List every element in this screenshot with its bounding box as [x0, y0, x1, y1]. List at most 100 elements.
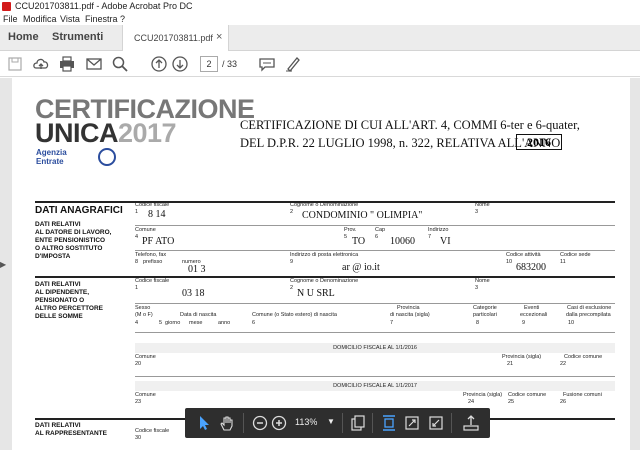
republic-seal-icon [98, 148, 116, 166]
row-line [135, 332, 615, 333]
zoom-level[interactable]: 113% [295, 417, 317, 427]
tab-tools[interactable]: Strumenti [52, 31, 103, 43]
label-comune: Comune [135, 227, 156, 233]
export-icon[interactable] [462, 414, 480, 432]
previous-page-icon[interactable] [150, 55, 168, 73]
comment-icon[interactable] [258, 55, 276, 73]
field-num: 1 [135, 285, 139, 291]
field-num: 7 [390, 320, 394, 326]
menu-help[interactable]: ? [120, 14, 125, 24]
search-icon[interactable] [111, 55, 129, 73]
select-cursor-icon[interactable] [195, 414, 213, 432]
label-sesso-hint: (M o F) [135, 312, 153, 318]
row-line [135, 303, 615, 304]
label-provincia-2016: Provincia (sigla) [502, 354, 542, 360]
close-tab-icon[interactable]: × [216, 31, 222, 43]
field-num: 11 [560, 259, 566, 265]
menu-modifica[interactable]: Modifica [23, 14, 57, 24]
label-nome-dip: Nome [475, 278, 490, 284]
rappresentante-description: DATI RELATIVI AL RAPPRESENTANTE [35, 422, 107, 438]
field-num: 26 [560, 399, 567, 405]
tab-home[interactable]: Home [8, 31, 39, 43]
datore-desc-line: DATI RELATIVI [35, 221, 81, 228]
pdf-page: CERTIFICAZIONE UNICA2017 Agenzia Entrate… [12, 78, 630, 450]
indirizzo-datore: VI [440, 236, 451, 247]
copy-pages-icon[interactable] [349, 414, 367, 432]
row-line [135, 225, 615, 226]
heading-line-1: CERTIFICAZIONE DI CUI ALL'ART. 4, COMMI … [240, 118, 580, 132]
dipendente-desc-line: DELLE SOMME [35, 313, 83, 320]
label-casi: Casi di esclusione [567, 305, 612, 311]
field-num: 4 [135, 320, 139, 326]
field-num: 21 [507, 361, 514, 367]
datore-desc-line: ENTE PENSIONISTICO [35, 237, 106, 244]
dipendente-desc-line: ALTRO PERCETTORE [35, 305, 104, 312]
page-number-input[interactable]: 2 [200, 56, 218, 72]
field-num: 1 [135, 209, 139, 215]
dipendente-desc-line: DATI RELATIVI [35, 281, 81, 288]
fit-page-icon[interactable] [380, 414, 398, 432]
logo-unica: UNICA2017 [35, 118, 177, 148]
field-num: 24 [468, 399, 475, 405]
tab-bar: Home Strumenti CCU201703811.pdf × [0, 25, 640, 51]
zoom-out-icon[interactable] [251, 414, 269, 432]
entrate-text: Entrate [36, 157, 64, 166]
label-comune-2017: Comune [135, 392, 156, 398]
label-comune-nascita: Comune (o Stato estero) di nascita [252, 312, 337, 318]
denominazione-dipendente: N U SRL [297, 288, 335, 299]
print-icon[interactable] [58, 55, 76, 73]
field-num: 5 [344, 234, 348, 240]
datore-desc-line: O ALTRO SOSTITUTO [35, 245, 103, 252]
datore-desc-line: AL DATORE DI LAVORO, [35, 229, 112, 236]
field-num: 22 [560, 361, 567, 367]
upload-cloud-icon[interactable] [32, 55, 50, 73]
menu-finestra[interactable]: Finestra [85, 14, 118, 24]
fullscreen-icon[interactable] [427, 414, 445, 432]
label-fusione: Fusione comuni [563, 392, 602, 398]
codice-attivita-value: 683200 [516, 262, 546, 273]
rappresentante-desc-line: DATI RELATIVI [35, 422, 81, 429]
field-num: 2 [290, 209, 294, 215]
label-eventi: Eventi [524, 305, 540, 311]
hand-tool-icon[interactable] [218, 414, 236, 432]
logo-year: 2017 [118, 118, 177, 148]
field-num: 23 [135, 399, 142, 405]
label-provincia-nascita: Provincia [397, 305, 420, 311]
codice-fiscale-dipendente: 03 18 [182, 288, 205, 299]
rotate-view-icon[interactable] [403, 414, 421, 432]
label-codice-attivita: Codice attività [506, 252, 541, 258]
label-prov: Prov. [344, 227, 357, 233]
provincia-datore: TO [352, 236, 366, 247]
field-num: 10 [506, 259, 513, 265]
save-icon[interactable] [6, 55, 24, 73]
cap-datore: 10060 [390, 236, 415, 247]
tab-document[interactable]: CCU201703811.pdf × [122, 25, 229, 51]
pen-icon[interactable] [284, 55, 302, 73]
field-num: 25 [508, 399, 515, 405]
dati-anagrafici-title: DATI ANAGRAFICI [35, 205, 123, 216]
next-page-icon[interactable] [171, 55, 189, 73]
domicilio-2016-band: DOMICILIO FISCALE AL 1/1/2016 [135, 343, 615, 353]
label-provincia-nascita-2: di nascita (sigla) [390, 312, 430, 318]
label-comune-2016: Comune [135, 354, 156, 360]
toolbar-separator [243, 413, 244, 433]
expand-panel-arrow-icon[interactable]: ▶ [0, 260, 6, 269]
menu-vista[interactable]: Vista [60, 14, 80, 24]
agenzia-text: Agenzia [36, 148, 67, 157]
zoom-dropdown-icon[interactable]: ▼ [327, 417, 335, 426]
telefono-datore: 01 3 [188, 264, 206, 275]
field-num: 9 [290, 259, 294, 265]
label-codice-sede: Codice sede [560, 252, 591, 258]
field-num: 30 [135, 435, 142, 441]
dipendente-desc-line: AL DIPENDENTE, [35, 289, 90, 296]
field-num: 4 [135, 234, 139, 240]
floating-toolbar: 113% ▼ [185, 408, 490, 438]
codice-fiscale-datore: 8 14 [148, 209, 166, 220]
menu-file[interactable]: File [3, 14, 18, 24]
email-icon[interactable] [85, 55, 103, 73]
document-viewer[interactable]: ▶ CERTIFICAZIONE UNICA2017 Agenzia Entra… [0, 78, 640, 450]
label-eventi-2: eccezionali [520, 312, 548, 318]
denominazione-datore: CONDOMINIO " OLIMPIA" [302, 210, 423, 221]
page-count: / 33 [222, 59, 238, 69]
zoom-in-icon[interactable] [270, 414, 288, 432]
